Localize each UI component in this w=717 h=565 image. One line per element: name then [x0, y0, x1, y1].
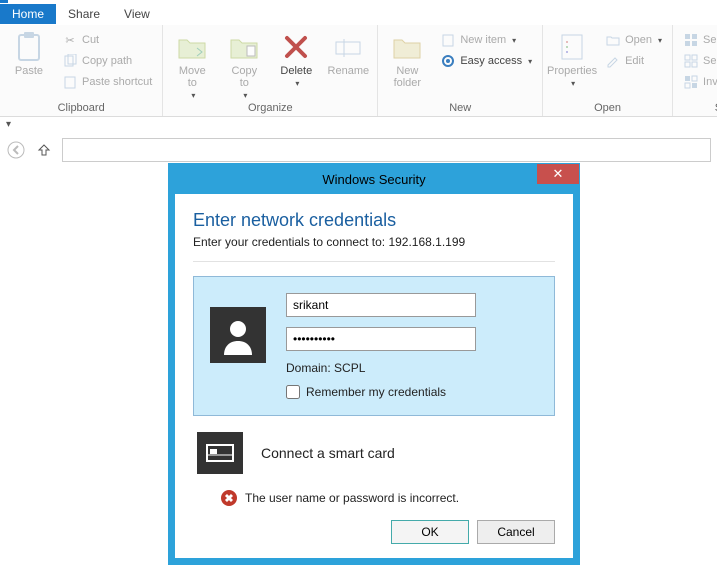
remember-checkbox[interactable]	[286, 385, 300, 399]
dialog-subheading: Enter your credentials to connect to: 19…	[193, 235, 555, 249]
paste-shortcut-icon	[62, 74, 78, 90]
group-label-open: Open	[549, 102, 666, 116]
select-none-button[interactable]: Select none	[679, 52, 717, 70]
error-row: ✖ The user name or password is incorrect…	[193, 484, 555, 520]
domain-label: Domain: SCPL	[286, 361, 476, 375]
move-to-button[interactable]: Move to▾	[169, 31, 215, 100]
cancel-button[interactable]: Cancel	[477, 520, 555, 544]
dialog-title: Windows Security	[169, 172, 579, 187]
smartcard-icon	[197, 432, 243, 474]
ribbon: Paste ✂ Cut Copy path Paste sho	[0, 25, 717, 117]
up-button[interactable]	[34, 140, 54, 160]
group-label-organize: Organize	[169, 102, 371, 116]
error-text: The user name or password is incorrect.	[245, 491, 459, 505]
new-item-button[interactable]: New item▾	[436, 31, 536, 49]
select-none-icon	[683, 53, 699, 69]
scissors-icon: ✂	[62, 32, 78, 48]
chevron-down-icon: ▾	[571, 79, 575, 88]
group-new: New folder New item▾ Easy access▾ New	[378, 25, 543, 116]
copy-to-button[interactable]: Copy to▾	[221, 31, 267, 100]
avatar	[210, 307, 266, 363]
dialog-buttons: OK Cancel	[193, 520, 555, 544]
chevron-down-icon: ▾	[243, 91, 247, 100]
paste-shortcut-button[interactable]: Paste shortcut	[58, 73, 156, 91]
password-field[interactable]	[286, 327, 476, 351]
close-icon: ✕	[553, 166, 564, 182]
credentials-dialog: Windows Security ✕ Enter network credent…	[168, 163, 580, 565]
navigation-bar	[0, 132, 717, 162]
chevron-down-icon: ▾	[512, 36, 516, 45]
group-clipboard: Paste ✂ Cut Copy path Paste sho	[0, 25, 163, 116]
new-folder-button[interactable]: New folder	[384, 31, 430, 89]
delete-icon	[280, 31, 312, 63]
group-select: Select all Select none Invert selection …	[673, 25, 717, 116]
easy-access-icon	[440, 53, 456, 69]
cut-button[interactable]: ✂ Cut	[58, 31, 156, 49]
group-open: Properties▾ Open▾ Edit Open	[543, 25, 673, 116]
address-bar[interactable]	[62, 138, 711, 162]
group-label-new: New	[384, 102, 536, 116]
delete-button[interactable]: Delete▾	[273, 31, 319, 88]
smartcard-label: Connect a smart card	[261, 445, 395, 461]
move-to-icon	[176, 31, 208, 63]
select-all-icon	[683, 32, 699, 48]
group-label-clipboard: Clipboard	[6, 102, 156, 116]
properties-icon	[556, 31, 588, 63]
folder-icon	[391, 31, 423, 63]
chevron-down-icon: ▾	[528, 57, 532, 66]
chevron-down-icon: ▾	[191, 91, 195, 100]
new-item-icon	[440, 32, 456, 48]
ok-button[interactable]: OK	[391, 520, 469, 544]
select-all-button[interactable]: Select all	[679, 31, 717, 49]
error-icon: ✖	[221, 490, 237, 506]
chevron-down-icon: ▾	[658, 36, 662, 45]
quick-access-toolbar: ▾	[0, 117, 717, 132]
copy-path-icon	[62, 53, 78, 69]
tab-view[interactable]: View	[112, 4, 162, 24]
properties-button[interactable]: Properties▾	[549, 31, 595, 88]
open-button[interactable]: Open▾	[601, 31, 666, 49]
close-button[interactable]: ✕	[537, 164, 579, 184]
ribbon-tabs: Home Share View	[0, 3, 717, 25]
rename-icon	[332, 31, 364, 63]
group-label-select: Select	[679, 102, 717, 116]
chevron-down-icon[interactable]: ▾	[6, 119, 11, 130]
credentials-panel: Domain: SCPL Remember my credentials	[193, 276, 555, 416]
smartcard-row[interactable]: Connect a smart card	[193, 416, 555, 484]
invert-selection-button[interactable]: Invert selection	[679, 73, 717, 91]
back-button[interactable]	[6, 140, 26, 160]
edit-icon	[605, 53, 621, 69]
paste-button[interactable]: Paste	[6, 31, 52, 77]
clipboard-icon	[13, 31, 45, 63]
copy-to-icon	[228, 31, 260, 63]
chevron-down-icon: ▾	[295, 79, 299, 88]
dialog-heading: Enter network credentials	[193, 210, 555, 231]
rename-button[interactable]: Rename	[325, 31, 371, 77]
invert-selection-icon	[683, 74, 699, 90]
copy-path-button[interactable]: Copy path	[58, 52, 156, 70]
tab-share[interactable]: Share	[56, 4, 112, 24]
remember-label: Remember my credentials	[306, 385, 446, 399]
dialog-titlebar: Windows Security ✕	[169, 164, 579, 194]
remember-checkbox-row[interactable]: Remember my credentials	[286, 385, 476, 399]
group-organize: Move to▾ Copy to▾ Delete▾ Rename	[163, 25, 378, 116]
tab-home[interactable]: Home	[0, 4, 56, 24]
open-icon	[605, 32, 621, 48]
easy-access-button[interactable]: Easy access▾	[436, 52, 536, 70]
username-field[interactable]	[286, 293, 476, 317]
edit-button[interactable]: Edit	[601, 52, 666, 70]
